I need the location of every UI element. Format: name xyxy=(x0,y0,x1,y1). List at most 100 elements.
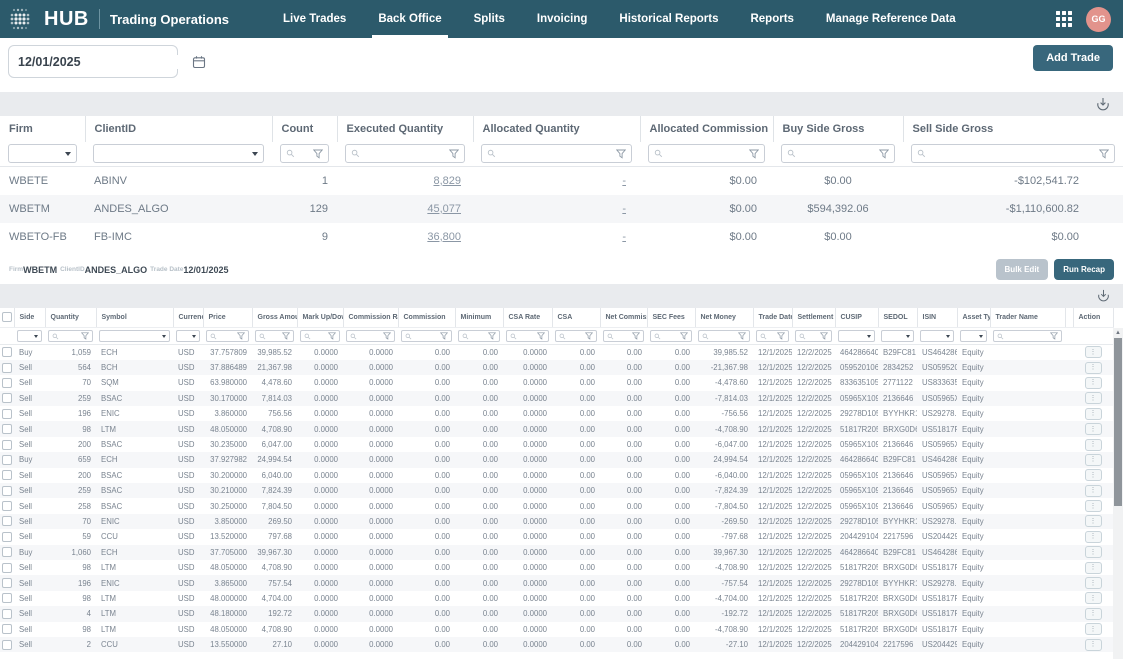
detail-filter-mark-up-down[interactable] xyxy=(300,330,340,342)
detail-filter-isin[interactable] xyxy=(920,330,954,342)
nav-item-historical-reports[interactable]: Historical Reports xyxy=(603,0,734,38)
detail-col-commission[interactable]: Commission xyxy=(398,308,455,328)
summary-filter-firm[interactable] xyxy=(8,144,77,163)
detail-filter-trader-name[interactable] xyxy=(993,330,1062,342)
scroll-up-arrow-icon[interactable]: ▲ xyxy=(1115,328,1121,338)
filter-funnel-icon[interactable] xyxy=(440,332,448,340)
summary-filter-allocated-quantity[interactable] xyxy=(481,144,632,163)
summary-row[interactable]: WBETMANDES_ALGO12945,077-$0.00$594,392.0… xyxy=(0,195,1123,223)
detail-filter-commission-rate[interactable] xyxy=(346,330,395,342)
nav-item-invoicing[interactable]: Invoicing xyxy=(521,0,603,38)
row-action-button[interactable]: ⋮ xyxy=(1085,362,1102,374)
summary-filter-allocated-commission[interactable] xyxy=(648,144,765,163)
detail-col-quantity[interactable]: Quantity xyxy=(45,308,96,328)
row-checkbox[interactable] xyxy=(2,563,12,573)
detail-col-net-commission[interactable]: Net Commission xyxy=(600,308,647,328)
quantity-link[interactable]: 45,077 xyxy=(427,203,461,215)
nav-item-back-office[interactable]: Back Office xyxy=(362,0,457,38)
summary-col-sell-side-gross[interactable]: Sell Side Gross xyxy=(903,116,1123,142)
summary-col-buy-side-gross[interactable]: Buy Side Gross xyxy=(773,116,903,142)
row-checkbox[interactable] xyxy=(2,501,12,511)
detail-col-sec-fees[interactable]: SEC Fees xyxy=(647,308,695,328)
filter-funnel-icon[interactable] xyxy=(282,332,290,340)
row-action-button[interactable]: ⋮ xyxy=(1085,469,1102,481)
filter-funnel-icon[interactable] xyxy=(537,332,545,340)
summary-filter-sell-side-gross[interactable] xyxy=(911,144,1115,163)
detail-col-minimum[interactable]: Minimum xyxy=(455,308,503,328)
summary-col-executed-quantity[interactable]: Executed Quantity xyxy=(337,116,473,142)
row-action-button[interactable]: ⋮ xyxy=(1085,515,1102,527)
row-action-button[interactable]: ⋮ xyxy=(1085,439,1102,451)
summary-filter-buy-side-gross[interactable] xyxy=(781,144,895,163)
detail-col-net-money[interactable]: Net Money xyxy=(695,308,753,328)
trade-date-input[interactable] xyxy=(18,55,192,69)
filter-funnel-icon[interactable] xyxy=(749,149,759,159)
nav-item-manage-reference-data[interactable]: Manage Reference Data xyxy=(810,0,972,38)
row-checkbox[interactable] xyxy=(2,424,12,434)
quantity-link[interactable]: - xyxy=(622,231,626,243)
run-recap-button[interactable]: Run Recap xyxy=(1054,259,1114,280)
detail-filter-side[interactable] xyxy=(17,330,42,342)
row-checkbox[interactable] xyxy=(2,409,12,419)
row-checkbox[interactable] xyxy=(2,378,12,388)
detail-filter-price[interactable] xyxy=(206,330,249,342)
row-checkbox[interactable] xyxy=(2,455,12,465)
quantity-link[interactable]: 8,829 xyxy=(433,175,461,187)
summary-filter-clientid[interactable] xyxy=(93,144,264,163)
export-download-icon[interactable] xyxy=(1096,97,1110,111)
detail-col-settlement-date[interactable]: Settlement Date xyxy=(792,308,835,328)
filter-funnel-icon[interactable] xyxy=(313,149,323,159)
detail-filter-net-money[interactable] xyxy=(698,330,750,342)
detail-col-csa[interactable]: CSA xyxy=(552,308,600,328)
filter-funnel-icon[interactable] xyxy=(585,332,593,340)
detail-col-cusip[interactable]: CUSIP xyxy=(835,308,878,328)
summary-row[interactable]: WBETO-FBFB-IMC936,800-$0.00$0.00$0.00 xyxy=(0,223,1123,251)
detail-col-sedol[interactable]: SEDOL xyxy=(878,308,917,328)
row-checkbox[interactable] xyxy=(2,624,12,634)
detail-filter-cusip[interactable] xyxy=(838,330,875,342)
detail-col-trade-date[interactable]: Trade Date xyxy=(753,308,792,328)
calendar-icon[interactable] xyxy=(192,55,206,69)
filter-funnel-icon[interactable] xyxy=(777,332,785,340)
detail-col-price[interactable]: Price xyxy=(203,308,252,328)
detail-col-isin[interactable]: ISIN xyxy=(917,308,957,328)
row-checkbox[interactable] xyxy=(2,363,12,373)
row-checkbox[interactable] xyxy=(2,547,12,557)
detail-filter-asset-type[interactable] xyxy=(960,330,987,342)
detail-col-commission-rate[interactable]: Commission Rate xyxy=(343,308,398,328)
filter-funnel-icon[interactable] xyxy=(383,332,391,340)
summary-filter-executed-quantity[interactable] xyxy=(345,144,465,163)
add-trade-button[interactable]: Add Trade xyxy=(1033,45,1113,71)
row-action-button[interactable]: ⋮ xyxy=(1085,423,1102,435)
detail-filter-commission[interactable] xyxy=(401,330,452,342)
detail-filter-currency[interactable] xyxy=(176,330,200,342)
row-action-button[interactable]: ⋮ xyxy=(1085,485,1102,497)
nav-item-live-trades[interactable]: Live Trades xyxy=(267,0,362,38)
row-action-button[interactable]: ⋮ xyxy=(1085,346,1102,358)
filter-funnel-icon[interactable] xyxy=(680,332,688,340)
detail-filter-net-commission[interactable] xyxy=(603,330,644,342)
detail-col-asset-type[interactable]: Asset Type xyxy=(957,308,990,328)
row-checkbox[interactable] xyxy=(2,347,12,357)
quantity-link[interactable]: 36,800 xyxy=(427,231,461,243)
row-checkbox[interactable] xyxy=(2,393,12,403)
detail-filter-trade-date[interactable] xyxy=(756,330,789,342)
row-action-button[interactable]: ⋮ xyxy=(1085,592,1102,604)
detail-col-mark-up-down[interactable]: Mark Up/Down xyxy=(297,308,343,328)
scrollbar-thumb[interactable] xyxy=(1114,338,1122,506)
filter-funnel-icon[interactable] xyxy=(81,332,89,340)
row-checkbox[interactable] xyxy=(2,593,12,603)
row-checkbox[interactable] xyxy=(2,516,12,526)
row-checkbox[interactable] xyxy=(2,640,12,650)
filter-funnel-icon[interactable] xyxy=(1099,149,1109,159)
detail-filter-symbol[interactable] xyxy=(99,330,170,342)
row-checkbox[interactable] xyxy=(2,609,12,619)
row-action-button[interactable]: ⋮ xyxy=(1085,531,1102,543)
row-action-button[interactable]: ⋮ xyxy=(1085,639,1102,651)
detail-filter-minimum[interactable] xyxy=(458,330,500,342)
quantity-link[interactable]: - xyxy=(622,175,626,187)
detail-filter-sedol[interactable] xyxy=(881,330,914,342)
detail-filter-csa[interactable] xyxy=(555,330,597,342)
trade-date-picker[interactable] xyxy=(8,45,178,78)
vertical-scrollbar[interactable]: ▲ xyxy=(1113,328,1123,659)
